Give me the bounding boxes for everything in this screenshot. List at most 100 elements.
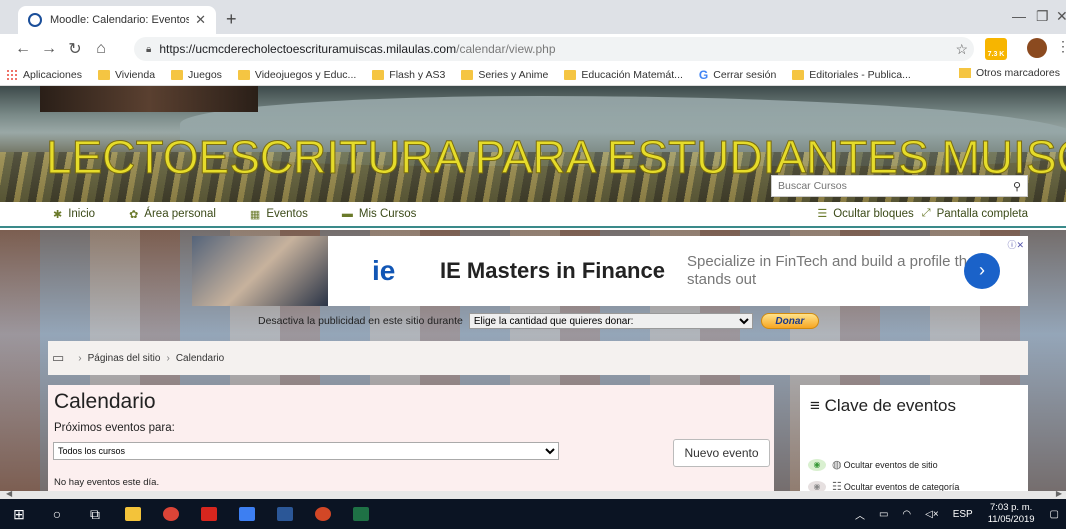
hide-blocks-button[interactable]: ☰ Ocultar bloques [817,207,914,221]
tab-title: Moodle: Calendario: Eventos pró [50,14,190,26]
breadcrumb-separator: › [166,352,170,364]
new-event-button[interactable]: Nuevo evento [673,439,770,467]
tab-close-icon[interactable]: ✕ [195,12,206,28]
donate-text: Desactiva la publicidad en este sitio du… [258,315,463,327]
bookmark-item[interactable]: Educación Matemát... [564,69,683,81]
breadcrumb-site-pages[interactable]: Páginas del sitio [88,353,161,364]
breadcrumb-calendar[interactable]: Calendario [176,353,224,364]
battery-icon[interactable]: ▭ [879,509,888,520]
other-bookmarks-label: Otros marcadores [975,67,1060,79]
no-events-message: No hay eventos este día. [54,477,160,488]
event-key-heading: ≡ Clave de eventos [810,396,956,416]
donate-amount-select[interactable]: Elige la cantidad que quieres donar: [468,313,753,329]
folder-outline-icon[interactable]: ▭ [52,350,64,366]
other-bookmarks[interactable]: Otros marcadores [958,67,1060,79]
bookmark-item[interactable]: Editoriales - Publica... [792,69,911,81]
bookmark-label: Cerrar sesión [713,68,777,81]
fullscreen-button[interactable]: ⤢ Pantalla completa [922,207,1028,220]
word-icon[interactable] [266,499,304,529]
nav-events[interactable]: ▦ Eventos [250,208,308,221]
wifi-icon[interactable]: ◠ [902,509,911,520]
calendar-icon: ▦ [249,208,261,221]
bookmark-item[interactable]: Series y Anime [461,69,548,81]
bookmark-item[interactable]: G Cerrar sesión [699,68,776,82]
horizontal-scrollbar[interactable]: ◀ ▶ [0,489,1066,499]
scroll-left-icon[interactable]: ◀ [6,489,12,498]
menu-icon: ≡ [810,396,825,415]
event-key-label: Ocultar eventos de sitio [843,459,938,470]
clock-date: 11/05/2019 [987,514,1035,525]
language-indicator[interactable]: ESP [953,509,973,520]
nav-label: Área personal [144,208,216,220]
apps-icon [6,68,18,81]
notifications-icon[interactable]: ▢ [1050,509,1059,520]
url-field[interactable]: 🔒︎ https://ucmcderecholectoescrituramuis… [134,37,974,61]
event-key-row-site[interactable]: ◉ ◍ Ocultar eventos de sitio [808,458,938,471]
bookmark-label: Series y Anime [478,68,549,81]
event-key-title: Clave de eventos [824,396,957,415]
task-view-icon[interactable]: ⧉ [76,499,114,529]
clock-time: 7:03 p. m. [990,502,1033,513]
nav-my-courses[interactable]: ▬ Mis Cursos [342,208,417,220]
windows-taskbar: ⊞ ○ ⧉ ︿ ▭ ◠ ◁× ESP 7:03 p. m. 11/05/2019… [0,499,1066,529]
tray-chevron-icon[interactable]: ︿ [855,507,865,522]
minimize-icon[interactable]: — [1012,8,1026,24]
new-tab-button[interactable]: + [226,9,237,30]
clock[interactable]: 7:03 p. m. 11/05/2019 [988,502,1035,526]
close-window-icon[interactable]: ✕ [1056,8,1066,25]
home-browser-icon[interactable]: ⌂ [88,40,114,58]
search-input[interactable] [778,180,1007,192]
ad-info-icon[interactable]: ⓘ✕ [1007,238,1024,251]
bookmark-item[interactable]: Videojuegos y Educ... [237,69,356,81]
bookmark-label: Juegos [188,68,222,81]
folder-icon [792,69,805,80]
banner-photo-strip [40,86,258,112]
back-icon[interactable]: ← [10,40,36,58]
bookmark-item[interactable]: Aplicaciones [6,68,82,81]
moodle-favicon-icon [28,13,42,27]
bookmark-item[interactable]: Juegos [171,69,222,81]
nav-home[interactable]: ✱ Inicio [53,208,95,221]
courses-icon: ▬ [341,208,353,220]
fullscreen-icon: ⤢ [921,207,931,219]
donate-button[interactable]: Donar [760,313,819,329]
upcoming-events-label: Próximos eventos para: [54,422,175,434]
ad-arrow-button[interactable]: › [964,253,1000,289]
folder-icon [461,69,474,80]
folder-icon [372,69,385,80]
bookmark-star-icon[interactable]: ☆ [955,41,968,58]
search-taskbar-icon[interactable]: ○ [38,499,76,529]
profile-avatar[interactable] [1027,38,1047,58]
calendar-main: Calendario Próximos eventos para: Todos … [48,385,774,491]
nav-label: Ocultar bloques [833,207,914,220]
windows-start-icon[interactable]: ⊞ [0,499,38,529]
powerpoint-icon[interactable] [304,499,342,529]
search-courses-field[interactable]: ⚲ [771,175,1028,197]
site-navbar: ✱ Inicio ✿ Área personal ▦ Eventos ▬ Mis Cur… [0,202,1066,228]
course-filter-select[interactable]: Todos los cursos [53,442,559,460]
acrobat-icon[interactable] [190,499,228,529]
forward-icon[interactable]: → [36,40,62,58]
scroll-right-icon[interactable]: ▶ [1056,489,1062,498]
bookmarks-bar: Aplicaciones Vivienda Juegos Videojuegos… [0,64,1066,86]
file-explorer-icon[interactable] [114,499,152,529]
extension-badge-icon[interactable]: 7.3 K [985,38,1007,60]
bookmark-label: Educación Matemát... [581,68,683,81]
bookmark-item[interactable]: Flash y AS3 [372,69,445,81]
eye-icon: ◉ [808,458,826,471]
event-key-label: Ocultar eventos de categoría [843,481,960,492]
reload-icon[interactable]: ↻ [62,39,88,59]
ad-banner[interactable]: ie IE Masters in Finance Specialize in F… [192,236,1028,306]
volume-icon[interactable]: ◁× [925,509,939,520]
dropbox-icon[interactable] [228,499,266,529]
chrome-icon[interactable] [152,499,190,529]
restore-icon[interactable]: ❐ [1036,8,1049,25]
excel-icon[interactable] [342,499,380,529]
search-icon[interactable]: ⚲ [1007,180,1027,193]
bookmark-item[interactable]: Vivienda [97,68,156,81]
bookmark-label: Vivienda [114,68,156,81]
breadcrumb-separator: › [78,352,82,364]
browser-menu-icon[interactable]: ⋮ [1056,38,1066,55]
browser-tab[interactable]: Moodle: Calendario: Eventos pró ✕ [18,6,216,34]
nav-dashboard[interactable]: ✿ Área personal [129,208,216,221]
